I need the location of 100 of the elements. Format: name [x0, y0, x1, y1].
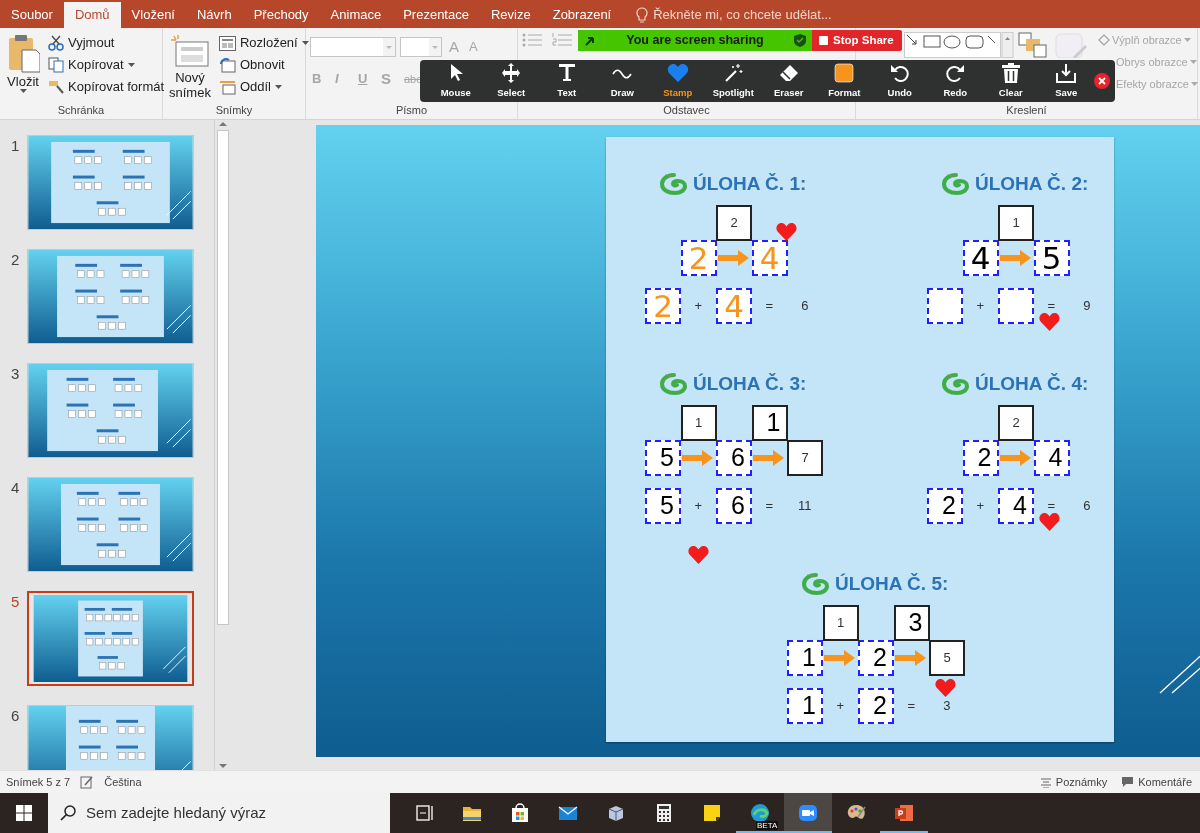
ribbon-tab[interactable]: Vložení: [120, 2, 186, 28]
answer-box[interactable]: [998, 288, 1034, 324]
spellcheck-icon[interactable]: [80, 775, 95, 789]
answer-box[interactable]: 6: [716, 440, 752, 476]
equals-sign: =: [765, 497, 774, 516]
annotation-tool-button[interactable]: Mouse: [428, 61, 484, 101]
answer-box[interactable]: [927, 288, 963, 324]
typed-digit: 4: [1047, 442, 1063, 474]
stop-share-button[interactable]: Stop Share: [812, 30, 902, 51]
heart-stamp: [1039, 312, 1060, 332]
annotation-tool-button[interactable]: Redo: [927, 61, 983, 101]
ribbon-tab[interactable]: Návrh: [186, 2, 243, 28]
copy-icon: [48, 57, 64, 73]
annotation-tool-button[interactable]: Draw: [594, 61, 650, 101]
group-label: Schránka: [57, 104, 105, 116]
answer-box[interactable]: 1: [787, 640, 823, 676]
annotation-tool-button[interactable]: Clear: [983, 61, 1039, 101]
answer-box[interactable]: 4: [1033, 440, 1070, 476]
arrow-icon: [999, 249, 1032, 266]
answer-box[interactable]: 4: [962, 240, 999, 276]
answer-box[interactable]: 2: [858, 640, 894, 676]
ribbon-tab[interactable]: Prezentace: [392, 2, 480, 28]
box-number: 7: [801, 449, 809, 468]
slide-number: 6: [10, 706, 21, 726]
layout-button[interactable]: Rozložení: [216, 32, 311, 54]
reset-icon: [218, 57, 236, 73]
cube-icon: [606, 803, 626, 823]
annotation-tool-button[interactable]: Undo: [872, 61, 928, 101]
ribbon-tab[interactable]: Zobrazení: [541, 2, 623, 28]
answer-box[interactable]: 4: [998, 488, 1034, 524]
windows-logo-icon[interactable]: [16, 805, 32, 821]
slide-number: 3: [10, 364, 21, 384]
answer-box[interactable]: 2: [858, 688, 894, 724]
annotation-tool-button[interactable]: Eraser: [761, 61, 817, 101]
comments-button[interactable]: Komentáře: [1119, 771, 1194, 793]
slide-thumbnail[interactable]: [27, 135, 194, 230]
caret-icon: [1183, 38, 1191, 42]
answer-box[interactable]: 2: [962, 440, 999, 476]
answer-box[interactable]: 1: [787, 688, 823, 724]
arrange-icon[interactable]: [1018, 32, 1048, 58]
shapes-gallery[interactable]: [904, 32, 1014, 58]
answer-box[interactable]: 2: [927, 488, 963, 524]
ribbon-tab[interactable]: Domů: [63, 2, 121, 28]
caret-icon: [127, 63, 135, 67]
annotation-tool-button[interactable]: Format: [816, 61, 872, 101]
taskbar-app-button[interactable]: [784, 793, 832, 833]
ribbon-tab[interactable]: Soubor: [0, 2, 64, 28]
notes-button[interactable]: Poznámky: [1037, 771, 1110, 793]
answer-box[interactable]: 5: [645, 488, 681, 524]
snake-icon: [660, 371, 688, 397]
snake-icon: [660, 171, 688, 197]
answer-box[interactable]: 5: [645, 440, 681, 476]
handwritten-digit: 4: [970, 238, 991, 278]
slide-thumbnail[interactable]: [27, 249, 194, 344]
plus-sign: +: [694, 297, 703, 316]
result-number: 6: [801, 297, 809, 316]
close-icon[interactable]: [1094, 73, 1110, 89]
taskbar-app-button[interactable]: BETA: [736, 793, 784, 833]
typed-digit: 6: [730, 442, 745, 474]
numbered-list-icon: [552, 32, 574, 48]
section-button[interactable]: Oddíl: [216, 76, 311, 98]
group-label: Písmo: [395, 104, 428, 116]
paste-button[interactable]: Vložit: [4, 32, 42, 103]
typed-digit: 2: [976, 442, 992, 474]
annotation-tool-button[interactable]: Spotlight: [705, 61, 761, 101]
new-slide-button[interactable]: Nový snímek: [167, 32, 213, 103]
caret-icon: [19, 89, 27, 93]
task-view-icon: [414, 803, 434, 823]
equals-sign: =: [907, 697, 916, 716]
typed-digit: 1: [765, 407, 781, 439]
ribbon-tab[interactable]: Přechody: [242, 2, 320, 28]
answer-box[interactable]: 5: [1033, 240, 1070, 276]
arrow-icon: [682, 449, 715, 466]
annotation-tool-button[interactable]: Select: [483, 61, 539, 101]
task-title: ÚLOHA Č. 4:: [975, 371, 1089, 396]
annotation-tool-button[interactable]: Stamp: [650, 61, 706, 101]
slide-thumbnail[interactable]: [27, 477, 194, 572]
annotation-tool-button[interactable]: Text: [539, 61, 595, 101]
language-label[interactable]: Čeština: [104, 773, 142, 791]
annotation-tool-button[interactable]: Save: [1038, 61, 1094, 101]
answer-box[interactable]: 6: [716, 488, 752, 524]
new-slide-icon: [169, 34, 210, 70]
group-label: Kreslení: [1006, 104, 1047, 116]
arrow-icon: [753, 449, 786, 466]
ribbon-tab[interactable]: Revize: [479, 2, 542, 28]
tell-me-field[interactable]: Řekněte mi, co chcete udělat...: [653, 5, 832, 25]
shopping-bag-icon: [510, 803, 530, 823]
cut-button[interactable]: Vyjmout: [46, 32, 167, 54]
scrollbar[interactable]: [214, 120, 230, 770]
lightbulb-icon: [636, 7, 649, 23]
plus-sign: +: [836, 697, 845, 716]
reset-button[interactable]: Obnovit: [216, 54, 311, 76]
slide-thumbnail[interactable]: [27, 591, 194, 686]
format-painter-button[interactable]: Kopírovat formát: [46, 76, 167, 98]
taskbar-search-field[interactable]: Sem zadejte hledaný výraz: [48, 793, 390, 833]
slide-thumbnail[interactable]: [27, 363, 194, 458]
caret-icon: [275, 85, 282, 89]
video-camera-icon: [798, 803, 818, 823]
ribbon-tab[interactable]: Animace: [319, 2, 393, 28]
copy-button[interactable]: Kopírovat: [46, 54, 167, 76]
